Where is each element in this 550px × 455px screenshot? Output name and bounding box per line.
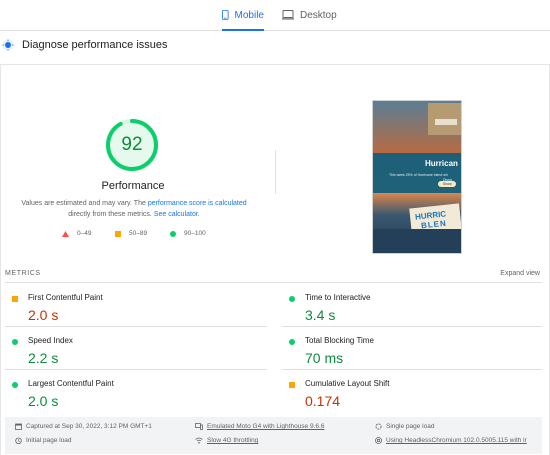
captured-at: Captured at Sep 30, 2022, 3:12 PM GMT+1 xyxy=(15,423,152,430)
legend-average-label: 50–89 xyxy=(129,230,148,237)
single-page-load: Single page load xyxy=(375,423,434,430)
metric-cls: Cumulative Layout Shift 0.174 xyxy=(283,376,533,418)
performance-gauge: 92 xyxy=(104,117,160,173)
final-screenshot: Hurrican This week 25% of Hurricane blen… xyxy=(372,100,462,254)
tab-mobile[interactable]: Mobile xyxy=(222,0,264,31)
metrics-heading: METRICS xyxy=(5,270,41,277)
green-circle-icon xyxy=(12,382,18,388)
wifi-icon xyxy=(195,437,203,444)
metric-divider xyxy=(5,369,267,370)
calendar-icon xyxy=(15,423,22,430)
browser-version-text[interactable]: Using HeadlessChromium 102.0.5005.115 wi… xyxy=(386,437,527,444)
metric-lcp-value: 2.0 s xyxy=(28,393,59,409)
score-calculated-link[interactable]: performance score is calculated xyxy=(148,200,247,207)
green-circle-icon xyxy=(289,296,295,302)
browser-version: Using HeadlessChromium 102.0.5005.115 wi… xyxy=(375,437,527,444)
lab-data-icon xyxy=(2,39,14,51)
emulated-device: Emulated Moto G4 with Lighthouse 9.6.6 xyxy=(195,423,324,430)
legend-average: 50–89 xyxy=(115,230,147,237)
metric-lcp: Largest Contentful Paint 2.0 s xyxy=(6,376,256,418)
initial-page-load: Initial page load xyxy=(15,437,72,444)
chrome-icon xyxy=(375,437,382,444)
orange-square-icon xyxy=(12,296,18,302)
screenshot-cta: Show xyxy=(443,182,452,186)
orange-square-icon xyxy=(289,382,295,388)
metric-divider xyxy=(282,326,542,327)
metric-tti-value: 3.4 s xyxy=(305,307,336,323)
captured-at-text: Captured at Sep 30, 2022, 3:12 PM GMT+1 xyxy=(26,423,152,430)
desktop-icon xyxy=(282,10,294,20)
metric-cls-value: 0.174 xyxy=(305,393,341,409)
legend-poor-label: 0–49 xyxy=(77,230,92,237)
single-load-icon xyxy=(375,423,382,430)
diagnose-title: Diagnose performance issues xyxy=(22,39,168,51)
summary-divider xyxy=(275,150,276,194)
green-circle-icon xyxy=(289,339,295,345)
performance-label: Performance xyxy=(101,180,165,192)
legend-good-label: 90–100 xyxy=(184,230,206,237)
active-tab-indicator xyxy=(222,29,264,31)
metric-divider xyxy=(5,326,267,327)
initial-page-load-text: Initial page load xyxy=(26,437,72,444)
diagnose-header: Diagnose performance issues xyxy=(0,34,550,56)
emulated-device-text[interactable]: Emulated Moto G4 with Lighthouse 9.6.6 xyxy=(207,423,324,430)
metric-si-name: Speed Index xyxy=(28,336,73,345)
mobile-icon xyxy=(222,10,229,20)
metric-fcp-name: First Contentful Paint xyxy=(28,293,103,302)
metric-fcp-value: 2.0 s xyxy=(28,307,59,323)
screenshot-subtext: This week 25% of Hurricane blend wh xyxy=(389,173,448,177)
runtime-settings: Captured at Sep 30, 2022, 3:12 PM GMT+1 … xyxy=(5,417,542,454)
expand-view-button[interactable]: Expand view xyxy=(500,270,540,277)
device-icon xyxy=(195,423,203,430)
metric-cls-name: Cumulative Layout Shift xyxy=(305,379,390,388)
metrics-divider xyxy=(5,282,542,283)
legend-good: 90–100 xyxy=(170,230,206,237)
red-triangle-icon xyxy=(62,230,69,237)
single-page-load-text: Single page load xyxy=(386,423,435,430)
metric-si-value: 2.2 s xyxy=(28,350,59,366)
legend-poor: 0–49 xyxy=(62,230,91,237)
metric-divider xyxy=(282,369,542,370)
green-circle-icon xyxy=(12,339,18,345)
tab-mobile-label: Mobile xyxy=(234,9,264,21)
note-prefix: Values are estimated and may vary. The xyxy=(21,200,148,207)
performance-score: 92 xyxy=(121,134,143,155)
metric-tti-name: Time to Interactive xyxy=(305,293,371,302)
green-circle-icon xyxy=(170,230,176,237)
metric-tbt-name: Total Blocking Time xyxy=(305,336,374,345)
tab-desktop[interactable]: Desktop xyxy=(282,0,342,30)
score-note: Values are estimated and may vary. The p… xyxy=(14,198,254,220)
see-calculator-link[interactable]: See calculator. xyxy=(154,211,200,218)
screenshot-headline: Hurrican xyxy=(425,159,458,168)
device-tabs: Mobile Desktop xyxy=(0,0,550,31)
timer-icon xyxy=(15,437,22,444)
network-throttling-text[interactable]: Slow 4G throttling xyxy=(207,437,258,444)
tab-desktop-label: Desktop xyxy=(300,9,337,21)
metric-tbt-value: 70 ms xyxy=(305,350,344,366)
network-throttling: Slow 4G throttling xyxy=(195,437,258,444)
orange-square-icon xyxy=(115,230,121,237)
note-mid: directly from these metrics. xyxy=(68,211,154,218)
metric-lcp-name: Largest Contentful Paint xyxy=(28,379,114,388)
